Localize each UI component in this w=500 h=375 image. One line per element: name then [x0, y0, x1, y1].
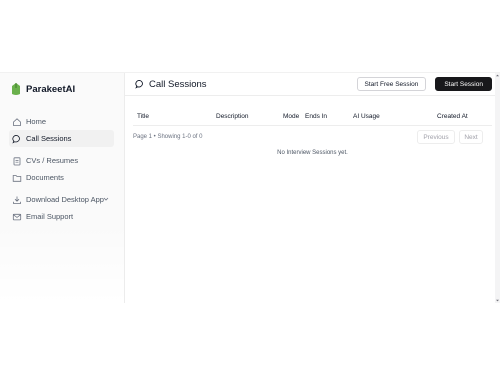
download-icon [12, 195, 22, 205]
chat-bubble-icon [135, 79, 145, 89]
brand-name: ParakeetAI [26, 83, 76, 95]
mail-icon [12, 212, 22, 222]
start-session-button[interactable]: Start Session [435, 77, 492, 91]
scrollbar[interactable] [495, 73, 500, 303]
start-free-session-button[interactable]: Start Free Session [356, 77, 427, 91]
scroll-down-arrow-icon[interactable] [495, 298, 500, 303]
page-header: Call Sessions Start Free Session Start S… [125, 73, 500, 96]
column-header-ends-in[interactable]: Ends In [305, 113, 327, 120]
sidebar-item-documents[interactable]: Documents [9, 169, 114, 186]
sidebar: ParakeetAI Home Call Sessions CVs / Resu… [0, 73, 125, 303]
scroll-up-arrow-icon[interactable] [495, 73, 500, 78]
home-icon [12, 117, 22, 127]
sidebar-item-label: Download Desktop App [26, 195, 104, 204]
chevron-down-icon [103, 197, 109, 201]
sidebar-nav: Home Call Sessions CVs / Resumes Documen [0, 113, 124, 225]
app-window: ParakeetAI Home Call Sessions CVs / Resu… [0, 72, 500, 303]
column-header-mode[interactable]: Mode [283, 113, 299, 120]
pagination: Page 1 • Showing 1-0 of 0 Previous Next [133, 126, 492, 148]
pagination-info: Page 1 • Showing 1-0 of 0 [133, 134, 203, 140]
page-title: Call Sessions [149, 78, 207, 90]
sidebar-item-label: Home [26, 117, 47, 126]
main-content: Call Sessions Start Free Session Start S… [125, 73, 500, 303]
sidebar-item-label: Documents [26, 173, 64, 182]
sidebar-item-call-sessions[interactable]: Call Sessions [9, 130, 114, 147]
column-header-created-at[interactable]: Created At [437, 113, 468, 120]
previous-page-button[interactable]: Previous [417, 130, 455, 144]
sidebar-fade [0, 223, 124, 303]
column-header-ai-usage[interactable]: AI Usage [353, 113, 380, 120]
clipboard-icon [12, 156, 22, 166]
sidebar-item-label: CVs / Resumes [26, 156, 79, 165]
column-header-title[interactable]: Title [137, 113, 149, 120]
empty-state-message: No Interview Sessions yet. [277, 150, 348, 156]
sidebar-item-cvs-resumes[interactable]: CVs / Resumes [9, 152, 114, 169]
sidebar-item-download-desktop-app[interactable]: Download Desktop App [9, 191, 114, 208]
next-page-button[interactable]: Next [459, 130, 483, 144]
table-header: Title Description Mode Ends In AI Usage … [133, 103, 492, 126]
chat-bubble-icon [12, 134, 22, 144]
sidebar-item-label: Email Support [26, 212, 74, 221]
sidebar-item-home[interactable]: Home [9, 113, 114, 130]
folder-icon [12, 173, 22, 183]
parakeet-logo-icon [12, 83, 20, 95]
column-header-description[interactable]: Description [216, 113, 249, 120]
sidebar-item-label: Call Sessions [26, 134, 72, 143]
brand[interactable]: ParakeetAI [10, 77, 124, 101]
